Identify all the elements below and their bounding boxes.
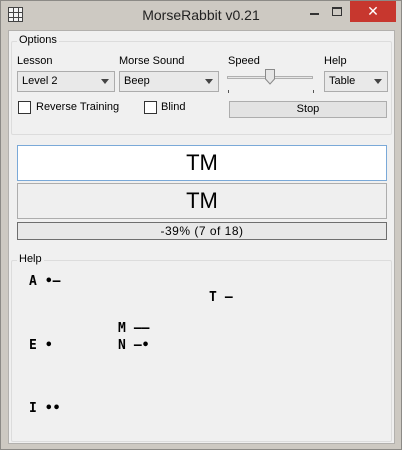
help-letter: N	[118, 338, 126, 353]
maximize-button[interactable]	[326, 1, 348, 22]
help-row-a: A •–	[29, 274, 60, 289]
help-row-n: N –•	[118, 338, 149, 353]
chevron-down-icon	[205, 79, 213, 84]
stop-button[interactable]: Stop	[229, 101, 387, 118]
input-text-display: TM	[17, 183, 387, 219]
help-row-m: M ––	[118, 321, 149, 336]
help-letter: I	[29, 401, 37, 416]
minimize-icon	[310, 13, 319, 15]
help-group-title: Help	[17, 253, 44, 265]
lesson-label: Lesson	[17, 55, 53, 67]
minimize-button[interactable]	[304, 1, 326, 22]
help-row-e: E •	[29, 338, 53, 353]
options-group-title: Options	[17, 34, 59, 46]
speed-tick	[228, 90, 229, 93]
close-icon: ✕	[367, 3, 379, 19]
main-window: MorseRabbit v0.21 ✕ Options Lesson Level…	[0, 0, 402, 450]
close-button[interactable]: ✕	[350, 1, 396, 22]
speed-slider-thumb[interactable]	[265, 69, 275, 85]
speed-tick	[313, 90, 314, 93]
title-bar[interactable]: MorseRabbit v0.21 ✕	[1, 1, 401, 29]
help-letter: A	[29, 274, 37, 289]
help-letter: M	[118, 321, 126, 336]
blind-checkbox[interactable]	[144, 101, 157, 114]
reverse-training-checkbox[interactable]	[18, 101, 31, 114]
help-letter: T	[209, 290, 217, 305]
chevron-down-icon	[374, 79, 382, 84]
target-text-display: TM	[17, 145, 387, 181]
lesson-select[interactable]: Level 2	[17, 71, 115, 92]
help-letter: E	[29, 338, 37, 353]
help-label: Help	[324, 55, 347, 67]
speed-label: Speed	[228, 55, 260, 67]
morse-sound-value: Beep	[124, 75, 150, 87]
reverse-training-label[interactable]: Reverse Training	[36, 101, 119, 113]
help-code: ––	[133, 321, 150, 336]
chevron-down-icon	[101, 79, 109, 84]
blind-label[interactable]: Blind	[161, 101, 185, 113]
lesson-value: Level 2	[22, 75, 58, 87]
maximize-icon	[332, 7, 342, 16]
help-code: –	[224, 290, 233, 305]
help-row-t: T –	[209, 290, 233, 305]
help-row-i: I ••	[29, 401, 60, 416]
help-code: •–	[44, 274, 61, 289]
help-select[interactable]: Table	[324, 71, 388, 92]
help-code: ••	[44, 401, 61, 416]
morse-sound-select[interactable]: Beep	[119, 71, 219, 92]
help-group: Help	[11, 253, 392, 442]
progress-display: -39% (7 of 18)	[17, 222, 387, 240]
client-area: Options Lesson Level 2 Morse Sound Beep …	[8, 30, 395, 444]
help-value: Table	[329, 75, 356, 87]
help-code: •	[44, 338, 53, 353]
morse-sound-label: Morse Sound	[119, 55, 185, 67]
help-code: –•	[133, 338, 150, 353]
